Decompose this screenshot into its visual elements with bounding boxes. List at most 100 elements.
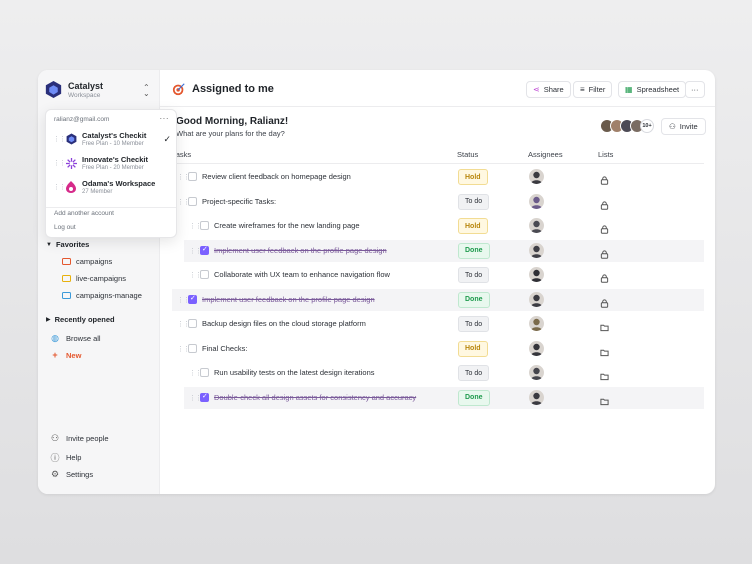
settings-label: Settings	[66, 470, 94, 479]
invite-people-label: Invite people	[66, 434, 109, 443]
assignee-avatar[interactable]	[529, 340, 544, 356]
drag-handle-icon[interactable]: ⋮⋮	[53, 135, 66, 143]
table-row[interactable]: ⋮⋮ Backup design files on the cloud stora…	[172, 313, 704, 335]
workspace-subtitle: Workspace	[68, 91, 101, 99]
task-name[interactable]: Implement user feedback on the profile p…	[214, 246, 387, 255]
lock-icon[interactable]	[600, 197, 609, 210]
table-row[interactable]: ⋮⋮ Review client feedback on homepage des…	[172, 166, 704, 188]
assignee-avatar[interactable]	[529, 193, 544, 209]
status-badge[interactable]: Hold	[458, 169, 488, 185]
more-button[interactable]: ···	[685, 81, 705, 98]
folder-icon[interactable]	[600, 344, 609, 356]
assignee-avatar[interactable]	[529, 242, 544, 258]
table-row[interactable]: ⋮⋮ Run usability tests on the latest desi…	[172, 362, 704, 384]
lock-icon[interactable]	[600, 246, 609, 259]
filter-button[interactable]: ≡ Filter	[573, 81, 613, 98]
task-name[interactable]: Backup design files on the cloud storage…	[202, 319, 366, 328]
more-icon[interactable]: ···	[160, 114, 170, 123]
folder-icon	[62, 258, 71, 265]
main-panel: Assigned to me ⋖ Share ≡ Filter ▦ Spread…	[160, 70, 715, 494]
lock-icon[interactable]	[600, 295, 609, 308]
assignee-avatar[interactable]	[529, 389, 544, 405]
workspace-switcher[interactable]: Catalyst Workspace	[45, 80, 103, 99]
spreadsheet-button[interactable]: ▦ Spreadsheet	[618, 81, 687, 98]
folder-icon[interactable]	[600, 368, 609, 381]
favorite-item-campaigns-manage[interactable]: campaigns-manage	[62, 291, 142, 300]
assignee-avatar[interactable]	[529, 365, 544, 380]
table-row[interactable]: ⋮⋮ Final Checks: Hold	[172, 338, 704, 360]
status-badge[interactable]: Done	[458, 242, 490, 259]
task-checkbox[interactable]	[200, 368, 209, 377]
invite-button[interactable]: ⚇ Invite	[661, 118, 706, 135]
task-name[interactable]: Double-check all design assets for consi…	[214, 393, 416, 402]
logout-link[interactable]: Log out	[54, 224, 76, 231]
assignee-avatar[interactable]	[529, 291, 544, 307]
recently-opened-header[interactable]: ▶ Recently opened	[46, 315, 115, 324]
lock-icon[interactable]	[600, 270, 609, 283]
assignee-avatar[interactable]	[529, 169, 544, 184]
task-checkbox[interactable]	[188, 343, 197, 353]
lock-icon[interactable]	[600, 172, 609, 185]
favorite-item-live-campaigns[interactable]: live-campaigns	[62, 274, 126, 283]
task-checkbox[interactable]	[188, 172, 197, 181]
workspace-option-innovate[interactable]: ⋮⋮ Innovate's Checkit Free Plan - 20 Mem…	[53, 155, 173, 171]
new-button[interactable]: + New	[50, 350, 81, 360]
table-row[interactable]: ⋮⋮ Project-specific Tasks: To do	[172, 191, 704, 213]
table-row[interactable]: ⋮⋮ Create wireframes for the new landing …	[172, 215, 704, 237]
workspace-option-odama[interactable]: ⋮⋮ Odama's Workspace 27 Member	[53, 179, 173, 195]
folder-icon[interactable]	[600, 319, 609, 332]
table-row[interactable]: ⋮⋮Implement user feedback on the profile…	[184, 239, 704, 262]
browse-all-link[interactable]: ◍ Browse all	[50, 333, 101, 344]
drag-handle-icon[interactable]: ⋮⋮	[53, 159, 66, 167]
status-badge[interactable]: To do	[458, 267, 490, 283]
settings-link[interactable]: ⚙ Settings	[50, 469, 93, 480]
task-checkbox[interactable]	[200, 270, 209, 279]
task-checkbox[interactable]	[200, 392, 209, 402]
task-checkbox[interactable]	[200, 245, 209, 255]
task-checkbox[interactable]	[188, 319, 197, 328]
assignee-avatar[interactable]	[529, 218, 544, 233]
help-link[interactable]: ⓘ Help	[50, 451, 81, 464]
task-name[interactable]: Final Checks:	[202, 344, 247, 353]
task-name[interactable]: Run usability tests on the latest design…	[214, 368, 375, 377]
status-badge[interactable]: Done	[458, 389, 490, 406]
task-checkbox[interactable]	[200, 221, 209, 230]
lock-icon[interactable]	[600, 221, 609, 234]
task-name[interactable]: Create wireframes for the new landing pa…	[214, 221, 360, 230]
task-name[interactable]: Collaborate with UX team to enhance navi…	[214, 270, 390, 279]
table-row[interactable]: ⋮⋮Implement user feedback on the profile…	[172, 288, 704, 311]
status-badge[interactable]: To do	[458, 316, 490, 332]
table-row[interactable]: ⋮⋮ Collaborate with UX team to enhance na…	[172, 264, 704, 286]
table-row[interactable]: ⋮⋮Double-check all design assets for con…	[184, 386, 704, 409]
status-badge[interactable]: Done	[458, 291, 490, 308]
status-badge[interactable]: To do	[458, 365, 490, 381]
task-name[interactable]: Review client feedback on homepage desig…	[202, 172, 351, 181]
task-name[interactable]: Project-specific Tasks:	[202, 197, 276, 206]
status-badge[interactable]: Hold	[458, 218, 488, 234]
favorite-item-campaigns[interactable]: campaigns	[62, 257, 112, 266]
workspace-option-catalyst[interactable]: ⋮⋮ Catalyst's Checkit Free Plan - 10 Mem…	[53, 131, 173, 147]
chevron-updown-icon[interactable]: ⌃ ⌄	[143, 84, 150, 98]
help-icon: ⓘ	[50, 453, 60, 463]
folder-icon[interactable]	[600, 393, 609, 405]
odama-logo-icon	[65, 181, 77, 193]
favorite-label: campaigns	[76, 257, 113, 266]
caret-right-icon: ▶	[46, 317, 51, 323]
task-checkbox[interactable]	[188, 294, 197, 304]
member-avatars[interactable]: 10+	[600, 119, 654, 133]
favorites-header[interactable]: ▼ Favorites	[46, 240, 89, 249]
greeting-title: Good Morning, Ralianz!	[176, 116, 289, 127]
assignee-avatar[interactable]	[529, 316, 544, 331]
assignee-avatar[interactable]	[529, 267, 544, 282]
invite-people-link[interactable]: ⚇ Invite people	[50, 433, 109, 444]
greeting-subtitle: What are your plans for the day?	[176, 129, 285, 138]
more-members-count: 10+	[640, 119, 654, 133]
folder-icon	[62, 275, 71, 282]
status-badge[interactable]: Hold	[458, 340, 488, 357]
task-name[interactable]: Implement user feedback on the profile p…	[202, 295, 375, 304]
share-button[interactable]: ⋖ Share	[526, 81, 571, 98]
drag-handle-icon[interactable]: ⋮⋮	[53, 183, 66, 191]
add-account-link[interactable]: Add another account	[54, 210, 114, 217]
task-checkbox[interactable]	[188, 196, 197, 206]
status-badge[interactable]: To do	[458, 193, 490, 210]
